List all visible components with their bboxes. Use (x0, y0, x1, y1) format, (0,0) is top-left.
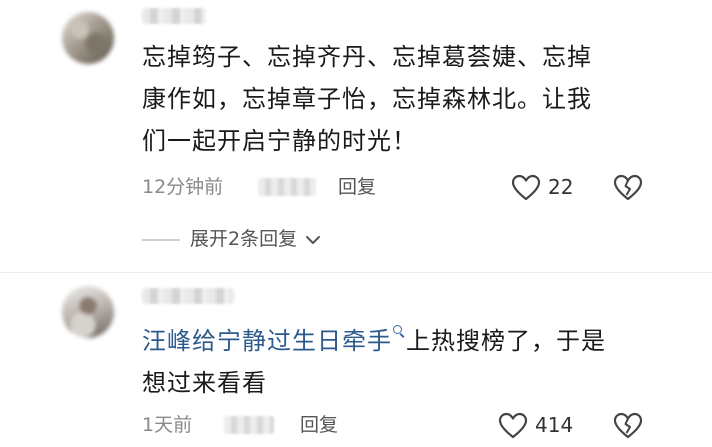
search-icon (392, 320, 406, 342)
like-count: 22 (548, 175, 574, 199)
username-redacted[interactable] (142, 8, 206, 24)
username-redacted[interactable] (142, 288, 234, 304)
broken-heart-icon[interactable] (613, 174, 643, 202)
broken-heart-icon[interactable] (613, 412, 643, 440)
comment-divider (0, 272, 712, 273)
like-count: 414 (535, 413, 574, 437)
avatar[interactable] (62, 12, 114, 64)
expand-replies-button[interactable]: 展开2条回复 (190, 227, 321, 251)
location-redacted (258, 178, 316, 196)
expand-replies-label: 展开2条回复 (190, 228, 298, 250)
comment-text-line: 康作如，忘掉章子怡，忘掉森林北。让我 (142, 85, 592, 113)
reply-button[interactable]: 回复 (338, 175, 376, 199)
avatar[interactable] (62, 286, 114, 338)
hot-search-link-text: 汪峰给宁静过生日牵手 (142, 327, 392, 355)
comment-text-line: 想过来看看 (142, 369, 267, 397)
location-redacted (224, 416, 274, 434)
chevron-down-icon (306, 235, 321, 244)
heart-icon[interactable] (498, 412, 528, 440)
timestamp: 12分钟前 (142, 176, 224, 198)
comment-text-line: 忘掉筠子、忘掉齐丹、忘掉葛荟婕、忘掉 (142, 43, 592, 71)
heart-icon[interactable] (511, 174, 541, 202)
comment-text-line: 汪峰给宁静过生日牵手 上热搜榜了，于是 (142, 320, 682, 362)
comment-text: 汪峰给宁静过生日牵手 上热搜榜了，于是 想过来看看 (142, 320, 682, 404)
hot-search-link[interactable]: 汪峰给宁静过生日牵手 (142, 325, 406, 355)
reply-button[interactable]: 回复 (300, 413, 338, 437)
comment-text: 忘掉筠子、忘掉齐丹、忘掉葛荟婕、忘掉 康作如，忘掉章子怡，忘掉森林北。让我 们一… (142, 36, 682, 162)
comment-text-line: 们一起开启宁静的时光！ (142, 127, 417, 155)
comment-text-rest: 上热搜榜了，于是 (406, 327, 606, 355)
timestamp: 1天前 (142, 414, 193, 436)
expand-divider (142, 239, 180, 241)
